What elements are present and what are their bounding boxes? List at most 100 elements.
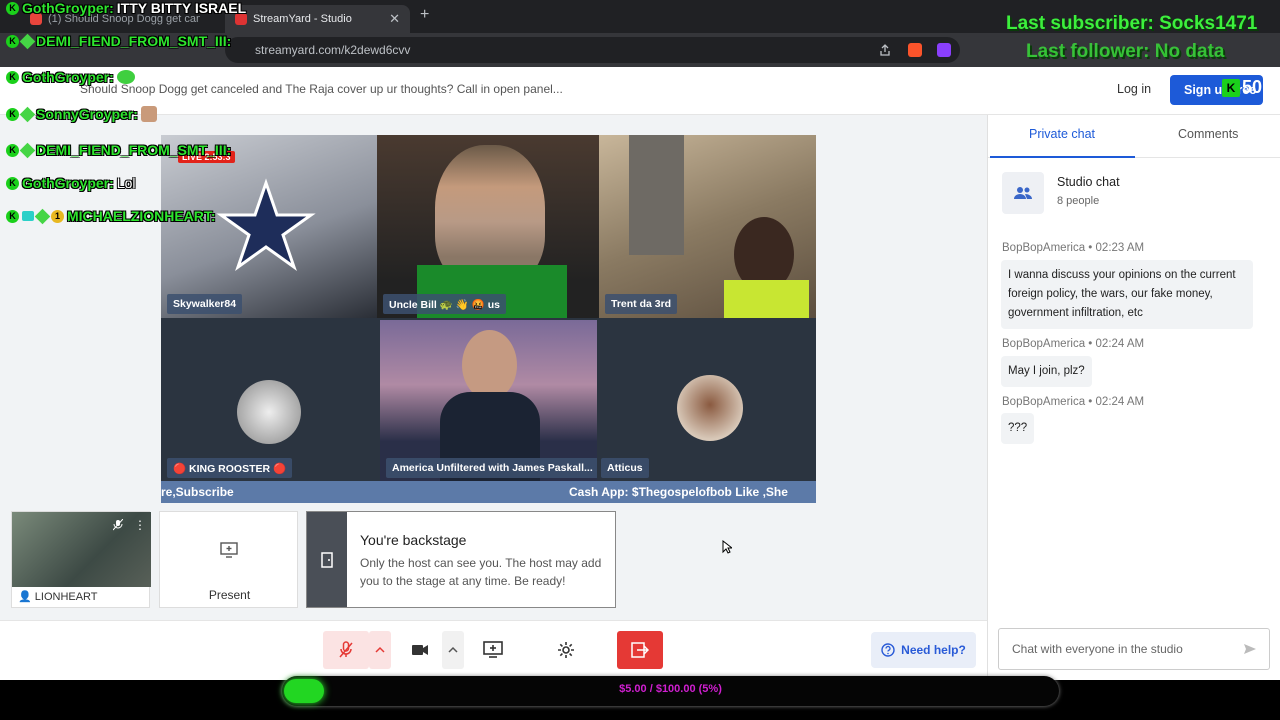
- scrolling-ticker: re,Subscribe Cash App: $Thegospelofbob L…: [161, 481, 816, 503]
- person-icon: 👤: [18, 591, 32, 603]
- donation-goal-bar: $5.00 / $100.00 (5%): [282, 676, 1059, 706]
- settings-button[interactable]: [546, 631, 586, 669]
- share-icon[interactable]: [878, 43, 892, 57]
- tile-nameplate: Trent da 3rd: [605, 294, 678, 314]
- overlay-chat-line: K GothGroyper:: [6, 69, 135, 85]
- overlay-user: DEMI_FIEND_FROM_SMT_III:: [36, 142, 232, 158]
- kick-badge-icon: K: [6, 143, 19, 157]
- sub-badge-icon: 1: [51, 209, 64, 223]
- donation-goal-text: $5.00 / $100.00 (5%): [619, 683, 722, 695]
- message-time: 02:23 AM: [1095, 242, 1145, 254]
- kick-badge-icon: K: [6, 107, 19, 121]
- active-tab-indicator: [990, 156, 1135, 158]
- mic-muted-icon[interactable]: [113, 519, 123, 531]
- need-help-button[interactable]: Need help?: [871, 632, 976, 668]
- stage-tile[interactable]: Uncle Bill 🐢 👋 🤬 us: [377, 135, 599, 318]
- studio-chat-count: 8 people: [1057, 195, 1100, 207]
- backstage-title: You're backstage: [360, 532, 467, 548]
- share-screen-button[interactable]: [473, 631, 513, 669]
- self-preview-tile[interactable]: ⋮ 👤 LIONHEART: [11, 511, 151, 608]
- tile-name: 🔴 KING ROOSTER 🔴: [173, 462, 287, 475]
- camera-button[interactable]: [400, 631, 440, 669]
- overlay-chat-line: K DEMI_FIEND_FROM_SMT_III:: [6, 142, 231, 158]
- url-text: streamyard.com/k2dewd6cvv: [255, 43, 411, 57]
- app-header: Should Snoop Dogg get canceled and The R…: [0, 67, 1280, 115]
- message-author: BopBopAmerica: [1002, 242, 1086, 254]
- message-header: BopBopAmerica • 02:24 AM: [1002, 396, 1145, 408]
- mic-options-button[interactable]: [369, 631, 391, 669]
- ticker-text-left: re,Subscribe: [161, 485, 234, 499]
- tab-comments[interactable]: Comments: [1178, 127, 1238, 141]
- brave-shields-icon[interactable]: [908, 43, 922, 57]
- tile-name: Atticus: [607, 462, 643, 474]
- overlay-text: Lol: [116, 175, 136, 191]
- backstage-strip: [307, 512, 347, 607]
- address-bar[interactable]: streamyard.com/k2dewd6cvv: [225, 37, 960, 63]
- equals-badge-icon: [22, 211, 34, 221]
- participant-avatar: [677, 375, 743, 441]
- self-name-label: 👤 LIONHEART: [18, 590, 98, 603]
- emote-icon: [140, 106, 157, 122]
- new-tab-button[interactable]: +: [420, 6, 429, 24]
- stage: Skywalker84 Uncle Bill 🐢 👋 🤬 us Trent da…: [161, 135, 816, 503]
- message-time: 02:24 AM: [1095, 338, 1145, 350]
- participant-shirt: [724, 280, 809, 318]
- login-link[interactable]: Log in: [1117, 82, 1151, 96]
- diamond-badge-icon: [19, 33, 36, 49]
- present-screen-icon: [220, 542, 238, 558]
- tab-private-chat[interactable]: Private chat: [1029, 127, 1095, 141]
- stage-tile[interactable]: Atticus: [599, 320, 816, 482]
- tile-name: Uncle Bill 🐢 👋 🤬 us: [389, 298, 500, 311]
- overlay-user: MICHAELZIONHEART:: [67, 208, 216, 224]
- message-header: BopBopAmerica • 02:24 AM: [1002, 338, 1145, 350]
- message-bubble: May I join, plz?: [1001, 356, 1092, 387]
- overlay-user: GothGroyper:: [22, 175, 114, 191]
- chat-input-placeholder: Chat with everyone in the studio: [1012, 642, 1183, 656]
- present-button[interactable]: Present: [159, 511, 298, 608]
- tile-nameplate: Atticus: [601, 458, 649, 478]
- mute-button[interactable]: [323, 631, 369, 669]
- need-help-label: Need help?: [901, 643, 966, 657]
- browser-tab-label: StreamYard - Studio: [253, 13, 352, 25]
- kick-badge-icon: K: [6, 209, 19, 223]
- exit-icon: [631, 642, 649, 658]
- overlay-chat-line: K GothGroyper: ITTY BITTY ISRAEL: [6, 0, 246, 16]
- kick-badge-icon: K: [6, 70, 19, 84]
- tile-name: America Unfiltered with James Paskall...: [392, 462, 593, 474]
- brave-rewards-icon[interactable]: [937, 43, 951, 57]
- help-icon: [881, 643, 895, 657]
- chevron-up-icon: [375, 646, 385, 653]
- leave-studio-button[interactable]: [617, 631, 663, 669]
- broadcast-title: Should Snoop Dogg get canceled and The R…: [80, 82, 563, 96]
- browser-tab-streamyard[interactable]: StreamYard - Studio ✕: [225, 5, 410, 33]
- self-name: LIONHEART: [34, 591, 98, 603]
- kick-badge-icon: K: [6, 176, 19, 190]
- overlay-chat-line: K SonnyGroyper:: [6, 106, 157, 122]
- more-options-icon[interactable]: ⋮: [134, 518, 146, 532]
- tile-nameplate: Skywalker84: [167, 294, 243, 314]
- send-icon[interactable]: [1243, 643, 1257, 655]
- tile-name: Skywalker84: [173, 298, 237, 310]
- participant-video: [435, 145, 545, 285]
- backstage-notice: You're backstage Only the host can see y…: [306, 511, 616, 608]
- emote-icon: [116, 70, 135, 84]
- control-bar: Need help?: [0, 620, 987, 680]
- last-subscriber-overlay: Last subscriber: Socks1471: [1006, 13, 1258, 34]
- backstage-description: Only the host can see you. The host may …: [360, 556, 602, 588]
- overlay-user: GothGroyper:: [22, 0, 114, 16]
- stage-tile[interactable]: Trent da 3rd: [599, 135, 816, 318]
- stage-tile[interactable]: America Unfiltered with James Paskall...: [380, 320, 597, 482]
- message-bubble: I wanna discuss your opinions on the cur…: [1001, 260, 1253, 329]
- overlay-chat-line: K GothGroyper: Lol: [6, 175, 135, 191]
- chat-panel: Private chat Comments Studio chat 8 peop…: [987, 115, 1280, 680]
- chat-input[interactable]: Chat with everyone in the studio: [998, 628, 1270, 670]
- camera-options-button[interactable]: [442, 631, 464, 669]
- group-icon: [1002, 172, 1044, 214]
- stage-tile[interactable]: 🔴 KING ROOSTER 🔴: [161, 320, 377, 482]
- participant-avatar: [237, 380, 301, 444]
- message-time: 02:24 AM: [1095, 396, 1145, 408]
- diamond-badge-icon: [19, 106, 36, 122]
- message-header: BopBopAmerica • 02:23 AM: [1002, 242, 1145, 254]
- overlay-text: ITTY BITTY ISRAEL: [116, 0, 247, 16]
- close-tab-icon[interactable]: ✕: [389, 11, 400, 27]
